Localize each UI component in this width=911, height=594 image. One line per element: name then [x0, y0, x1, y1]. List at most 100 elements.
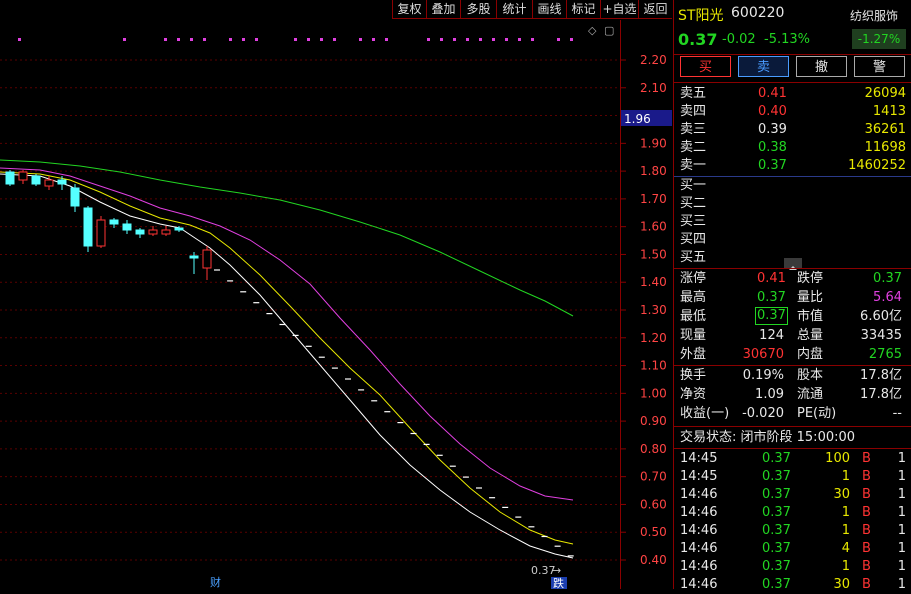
event-dot[interactable] [333, 38, 336, 41]
event-dot[interactable] [531, 38, 534, 41]
event-dot[interactable] [255, 38, 258, 41]
kline-chart[interactable]: 2.202.102.001.901.801.701.601.501.401.30… [0, 20, 672, 589]
sector-name[interactable]: 纺织服饰 [850, 7, 898, 24]
alert-button[interactable]: 警 [854, 56, 905, 77]
tick-price: 0.37 [762, 469, 791, 484]
add-watchlist-button[interactable]: +自选 [600, 0, 638, 19]
y-axis: 2.202.102.001.901.801.701.601.501.401.30… [620, 53, 667, 567]
event-dot[interactable] [294, 38, 297, 41]
diamond-icon[interactable]: ◇ [588, 24, 597, 37]
bid-row-5[interactable]: 买五 [680, 249, 706, 267]
event-dot[interactable] [18, 38, 21, 41]
ask-row-1[interactable]: 卖一 0.37 1460252 [680, 157, 906, 175]
tick-n: 1 [897, 487, 906, 502]
bid-row-1[interactable]: 买一 [680, 177, 706, 195]
tick-time: 14:45 [680, 469, 718, 484]
tick-row[interactable]: 14:46 0.37 1 B 1 [680, 522, 906, 540]
price-change-pct: -5.13% [764, 32, 810, 47]
y-tick-label: 2.20 [640, 53, 667, 67]
tick-row[interactable]: 14:46 0.37 4 B 1 [680, 540, 906, 558]
tick-side: B [862, 505, 871, 520]
ask-row-4[interactable]: 卖四 0.40 1413 [680, 103, 906, 121]
outer-volume-value: 30670 [742, 347, 784, 362]
statistics-button[interactable]: 统计 [496, 0, 532, 19]
buy-button[interactable]: 买 [680, 56, 731, 77]
draw-line-button[interactable]: 画线 [532, 0, 566, 19]
tick-vol: 1 [841, 469, 850, 484]
event-dot[interactable] [479, 38, 482, 41]
event-dot[interactable] [320, 38, 323, 41]
ask-row-2[interactable]: 卖二 0.38 11698 [680, 139, 906, 157]
event-dot[interactable] [440, 38, 443, 41]
tick-vol: 100 [825, 451, 850, 466]
y-tick-label: 1.00 [640, 386, 667, 400]
limit-down-marker[interactable]: 跌 [553, 576, 564, 589]
event-dot[interactable] [372, 38, 375, 41]
bid-row-4[interactable]: 买四 [680, 231, 706, 249]
event-dot[interactable] [190, 38, 193, 41]
event-dot[interactable] [557, 38, 560, 41]
event-dot[interactable] [242, 38, 245, 41]
y-tick-label: 2.10 [640, 81, 667, 95]
event-dot[interactable] [203, 38, 206, 41]
tick-row[interactable]: 14:45 0.37 100 B 1 [680, 450, 906, 468]
overlay-button[interactable]: 叠加 [426, 0, 460, 19]
y-tick-label: 1.90 [640, 136, 667, 150]
candle-body [70, 187, 80, 207]
tick-side: B [862, 577, 871, 592]
grid-lines [0, 59, 620, 561]
tick-row[interactable]: 14:46 0.37 1 B 1 [680, 558, 906, 576]
event-dot[interactable] [492, 38, 495, 41]
market-cap-value: 6.60亿 [860, 309, 902, 324]
financial-report-marker[interactable]: 财 [210, 575, 221, 589]
event-dot[interactable] [177, 38, 180, 41]
back-button[interactable]: 返回 [638, 0, 672, 19]
y-tick-label: 0.80 [640, 442, 667, 456]
bid-row-3[interactable]: 买三 [680, 213, 706, 231]
y-tick-label: 0.70 [640, 470, 667, 484]
y-tick-label: 1.20 [640, 331, 667, 345]
tick-row[interactable]: 14:46 0.37 30 B 1 [680, 576, 906, 594]
candle-body [174, 227, 184, 231]
event-dot[interactable] [518, 38, 521, 41]
event-dot[interactable] [466, 38, 469, 41]
event-dot[interactable] [453, 38, 456, 41]
tick-row[interactable]: 14:46 0.37 30 B 1 [680, 486, 906, 504]
event-dot[interactable] [427, 38, 430, 41]
event-dot[interactable] [385, 38, 388, 41]
window-icon[interactable]: ▢ [604, 24, 614, 37]
eps-value: -0.020 [742, 406, 784, 421]
tick-vol: 1 [841, 523, 850, 538]
candle-body [44, 179, 54, 187]
cancel-order-button[interactable]: 撤 [796, 56, 847, 77]
tick-row[interactable]: 14:46 0.37 1 B 1 [680, 504, 906, 522]
ask-row-5[interactable]: 卖五 0.41 26094 [680, 85, 906, 103]
tick-vol: 4 [841, 541, 850, 556]
tick-time: 14:45 [680, 451, 718, 466]
bid-row-2[interactable]: 买二 [680, 195, 706, 213]
fuquan-button[interactable]: 复权 [392, 0, 426, 19]
multi-stock-button[interactable]: 多股 [460, 0, 496, 19]
sell-button[interactable]: 卖 [738, 56, 789, 77]
event-dot[interactable] [505, 38, 508, 41]
last-price: 0.37 [678, 30, 718, 49]
event-dot[interactable] [229, 38, 232, 41]
event-dot[interactable] [570, 38, 573, 41]
tick-row[interactable]: 14:45 0.37 1 B 1 [680, 468, 906, 486]
event-dot[interactable] [164, 38, 167, 41]
mark-button[interactable]: 标记 [566, 0, 600, 19]
collapse-toggle[interactable] [784, 258, 802, 270]
event-dot[interactable] [307, 38, 310, 41]
trade-status: 交易状态: 闭市阶段 15:00:00 [680, 430, 856, 445]
ask-row-3[interactable]: 卖三 0.39 36261 [680, 121, 906, 139]
tick-n: 1 [897, 541, 906, 556]
limit-down-value: 0.37 [873, 271, 902, 286]
tick-side: B [862, 451, 871, 466]
event-dot[interactable] [123, 38, 126, 41]
y-tick-label: 0.60 [640, 497, 667, 511]
y-tick-label: 0.90 [640, 414, 667, 428]
low-value: 0.37 [755, 307, 788, 325]
sector-change-pct: -1.27% [852, 29, 906, 49]
event-dot[interactable] [359, 38, 362, 41]
tick-price: 0.37 [762, 505, 791, 520]
